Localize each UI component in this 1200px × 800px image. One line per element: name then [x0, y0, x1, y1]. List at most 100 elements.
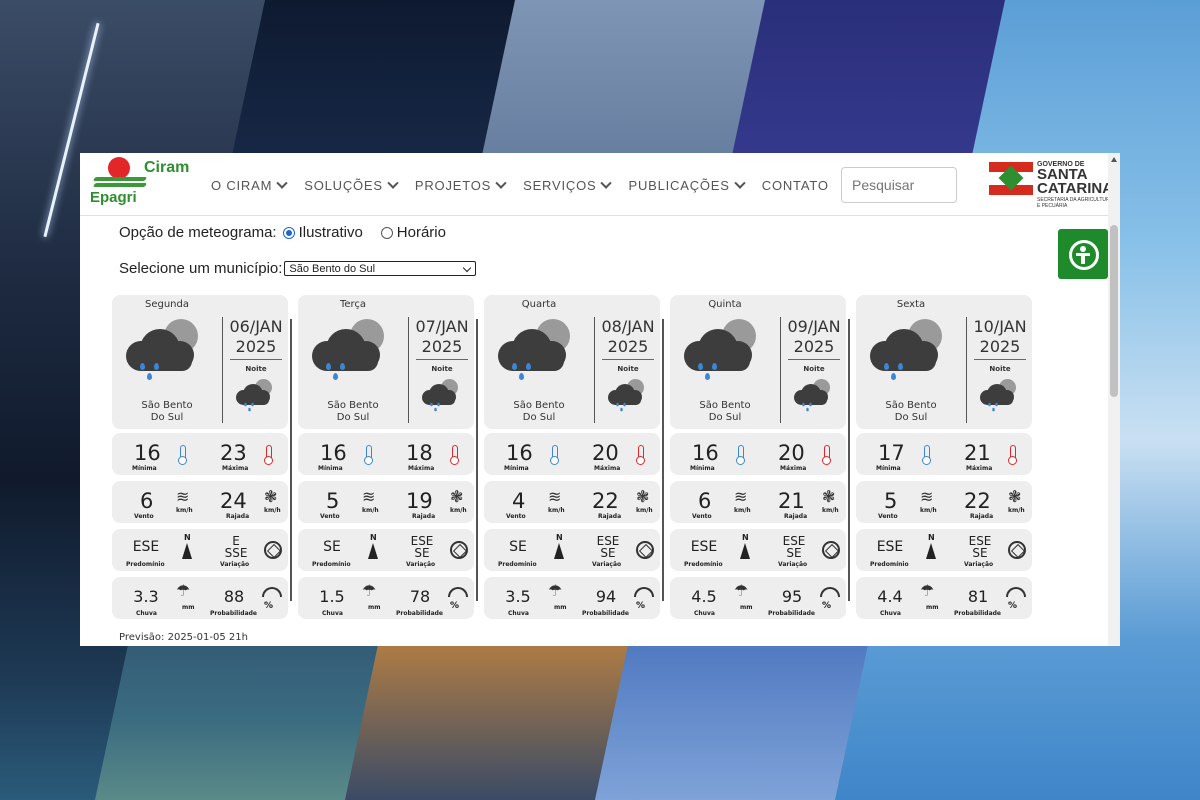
wind-icon: ≋ [548, 487, 562, 506]
column-separator [476, 319, 478, 601]
gust-icon: ❃ [636, 487, 650, 506]
gust-value: 22 [592, 489, 619, 513]
rain-row: 4.5 Chuva ☂ mm 95 Probabilidade % [670, 577, 846, 619]
temperature-row: 16 Mínima 23 Máxima [112, 433, 288, 475]
rain-gauge-icon: ☂ [362, 581, 377, 600]
wind-speed-value: 5 [326, 489, 340, 513]
wind-icon: ≋ [734, 487, 748, 506]
rain-cloud-icon [312, 319, 390, 380]
wind-variation-value: ESE SE [968, 534, 992, 560]
city-name: São Bento Do Sul [699, 400, 751, 423]
radio-ilustrativo[interactable] [282, 226, 295, 239]
city-name: São Bento Do Sul [513, 400, 565, 423]
epagri-ciram-logo[interactable]: Ciram Epagri [88, 157, 198, 209]
gust-icon: ❃ [822, 487, 836, 506]
max-temp-value: 21 [964, 441, 991, 465]
thermometer-cold-icon [550, 445, 559, 465]
gust-icon: ❃ [450, 487, 464, 506]
thermometer-cold-icon [736, 445, 745, 465]
scroll-up-arrow-icon[interactable] [1111, 157, 1117, 162]
forecast-date: 10/JAN 2025 [973, 317, 1027, 356]
nav-publicacoes[interactable]: PUBLICAÇÕES [628, 177, 746, 193]
accessibility-button[interactable] [1058, 229, 1108, 279]
rain-probability-value: 78 [409, 587, 431, 606]
compass-icon [1008, 541, 1026, 559]
thermometer-cold-icon [178, 445, 187, 465]
nav-o-ciram[interactable]: O CIRAM [211, 177, 288, 193]
nav-projetos[interactable]: PROJETOS [415, 177, 507, 193]
direction-row: SE Predomínio N ESE SE Variação [484, 529, 660, 571]
forecast-date: 08/JAN 2025 [601, 317, 655, 356]
rain-row: 3.5 Chuva ☂ mm 94 Probabilidade % [484, 577, 660, 619]
rain-row: 3.3 Chuva ☂ mm 88 Probabilidade % [112, 577, 288, 619]
site-header: Ciram Epagri O CIRAM SOLUÇÕES PROJETOS S… [80, 153, 1120, 216]
wind-direction-value: ESE [876, 539, 904, 555]
sc-flag-icon [989, 162, 1033, 195]
max-temp-value: 18 [406, 441, 433, 465]
rain-row: 4.4 Chuva ☂ mm 81 Probabilidade % [856, 577, 1032, 619]
city-name: São Bento Do Sul [885, 400, 937, 423]
night-rain-cloud-icon [980, 379, 1019, 412]
north-arrow-icon [368, 543, 378, 559]
wind-row: 5 Vento ≋ km/h 22 Rajada ❃ km/h [856, 481, 1032, 523]
nav-servicos[interactable]: SERVIÇOS [523, 177, 613, 193]
rain-gauge-icon: ☂ [734, 581, 749, 600]
rain-probability-value: 81 [967, 587, 989, 606]
thermometer-cold-icon [922, 445, 931, 465]
rain-gauge-icon: ☂ [176, 581, 191, 600]
night-label: Noite [989, 365, 1011, 373]
north-arrow-icon [182, 543, 192, 559]
rain-cloud-icon [498, 319, 576, 380]
wind-row: 5 Vento ≋ km/h 19 Rajada ❃ km/h [298, 481, 474, 523]
wind-speed-value: 6 [698, 489, 712, 513]
north-arrow-icon [740, 543, 750, 559]
wind-speed-value: 5 [884, 489, 898, 513]
column-separator [290, 319, 292, 601]
thermometer-cold-icon [364, 445, 373, 465]
gust-icon: ❃ [1008, 487, 1022, 506]
municipio-select[interactable]: São Bento do Sul [284, 261, 477, 276]
umbrella-icon [820, 587, 840, 597]
column-separator [662, 319, 664, 601]
radio-horario[interactable] [380, 226, 393, 239]
compass-icon [450, 541, 468, 559]
night-label: Noite [803, 365, 825, 373]
search-input[interactable] [841, 167, 957, 203]
nav-solucoes[interactable]: SOLUÇÕES [304, 177, 399, 193]
day-name: Sexta [896, 299, 926, 310]
thermometer-hot-icon [450, 445, 459, 465]
wind-direction-value: SE [509, 539, 527, 555]
direction-row: ESE Predomínio N ESE SE Variação [670, 529, 846, 571]
gust-value: 21 [778, 489, 805, 513]
wind-icon: ≋ [920, 487, 934, 506]
temperature-row: 16 Mínima 20 Máxima [670, 433, 846, 475]
day-name: Quarta [521, 299, 557, 310]
compass-icon [264, 541, 282, 559]
min-temp-value: 16 [320, 441, 347, 465]
north-arrow-icon [926, 543, 936, 559]
gust-value: 22 [964, 489, 991, 513]
compass-icon [822, 541, 840, 559]
gust-value: 19 [406, 489, 433, 513]
max-temp-value: 23 [220, 441, 247, 465]
chevron-down-icon [276, 177, 288, 189]
wind-speed-value: 6 [140, 489, 154, 513]
compass-icon [636, 541, 654, 559]
day-summary-card: Terça 07/JAN 2025 Noite São Bento Do Sul [298, 295, 474, 429]
thermometer-hot-icon [822, 445, 831, 465]
night-label: Noite [431, 365, 453, 373]
gov-santa-catarina-logo[interactable]: GOVERNO DE SANTA CATARINA SECRETARIA DA … [989, 159, 1114, 209]
direction-row: ESE Predomínio N ESE SE Variação [856, 529, 1032, 571]
direction-row: ESE Predomínio N E SSE Variação [112, 529, 288, 571]
scrollbar-thumb[interactable] [1110, 225, 1118, 397]
wind-icon: ≋ [362, 487, 376, 506]
nav-contato[interactable]: CONTATO [762, 178, 829, 193]
logo-epagri-text: Epagri [90, 189, 137, 206]
main-nav: O CIRAM SOLUÇÕES PROJETOS SERVIÇOS PUBLI… [211, 177, 847, 193]
chevron-down-icon [600, 177, 613, 189]
rain-mm-value: 4.4 [877, 587, 903, 606]
city-name: São Bento Do Sul [327, 400, 379, 423]
scrollbar[interactable] [1108, 153, 1120, 646]
direction-row: SE Predomínio N ESE SE Variação [298, 529, 474, 571]
city-name: São Bento Do Sul [141, 400, 193, 423]
